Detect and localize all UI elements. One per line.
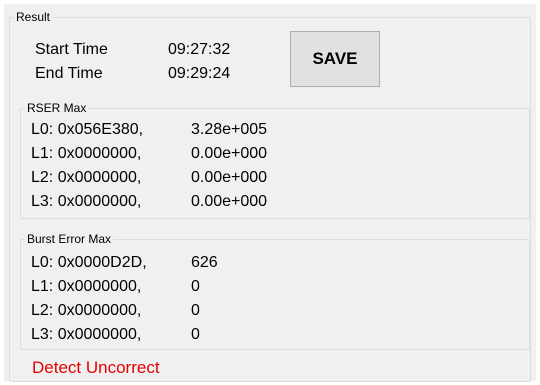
save-button[interactable]: SAVE	[290, 31, 380, 87]
burst-row-l0-address: L0: 0x0000D2D,	[31, 254, 147, 271]
burst-row-l0-value: 626	[191, 254, 218, 271]
rser-max-legend: RSER Max	[27, 101, 87, 115]
result-legend: Result	[16, 10, 51, 24]
burst-row-l1-value: 0	[191, 278, 200, 295]
burst-row-l2-value: 0	[191, 302, 200, 319]
burst-error-max-legend: Burst Error Max	[27, 232, 112, 246]
burst-row-l2-address: L2: 0x0000000,	[31, 302, 142, 319]
rser-row-l1-address: L1: 0x0000000,	[31, 145, 142, 162]
burst-row-l3-value: 0	[191, 326, 200, 343]
rser-row-l1-value: 0.00e+000	[191, 145, 268, 162]
end-time-label: End Time	[35, 65, 103, 82]
rser-row-l0-value: 3.28e+005	[191, 121, 268, 138]
rser-row-l0-address: L0: 0x056E380,	[31, 121, 144, 138]
rser-row-l2-address: L2: 0x0000000,	[31, 169, 142, 186]
start-time-label: Start Time	[35, 41, 108, 58]
burst-row-l3-address: L3: 0x0000000,	[31, 326, 142, 343]
burst-row-l1-address: L1: 0x0000000,	[31, 278, 142, 295]
start-time-value: 09:27:32	[168, 41, 231, 58]
rser-row-l3-address: L3: 0x0000000,	[31, 193, 142, 210]
rser-row-l3-value: 0.00e+000	[191, 193, 268, 210]
rser-row-l2-value: 0.00e+000	[191, 169, 268, 186]
end-time-value: 09:29:24	[168, 65, 231, 82]
detect-status-text: Detect Uncorrect	[32, 358, 160, 377]
